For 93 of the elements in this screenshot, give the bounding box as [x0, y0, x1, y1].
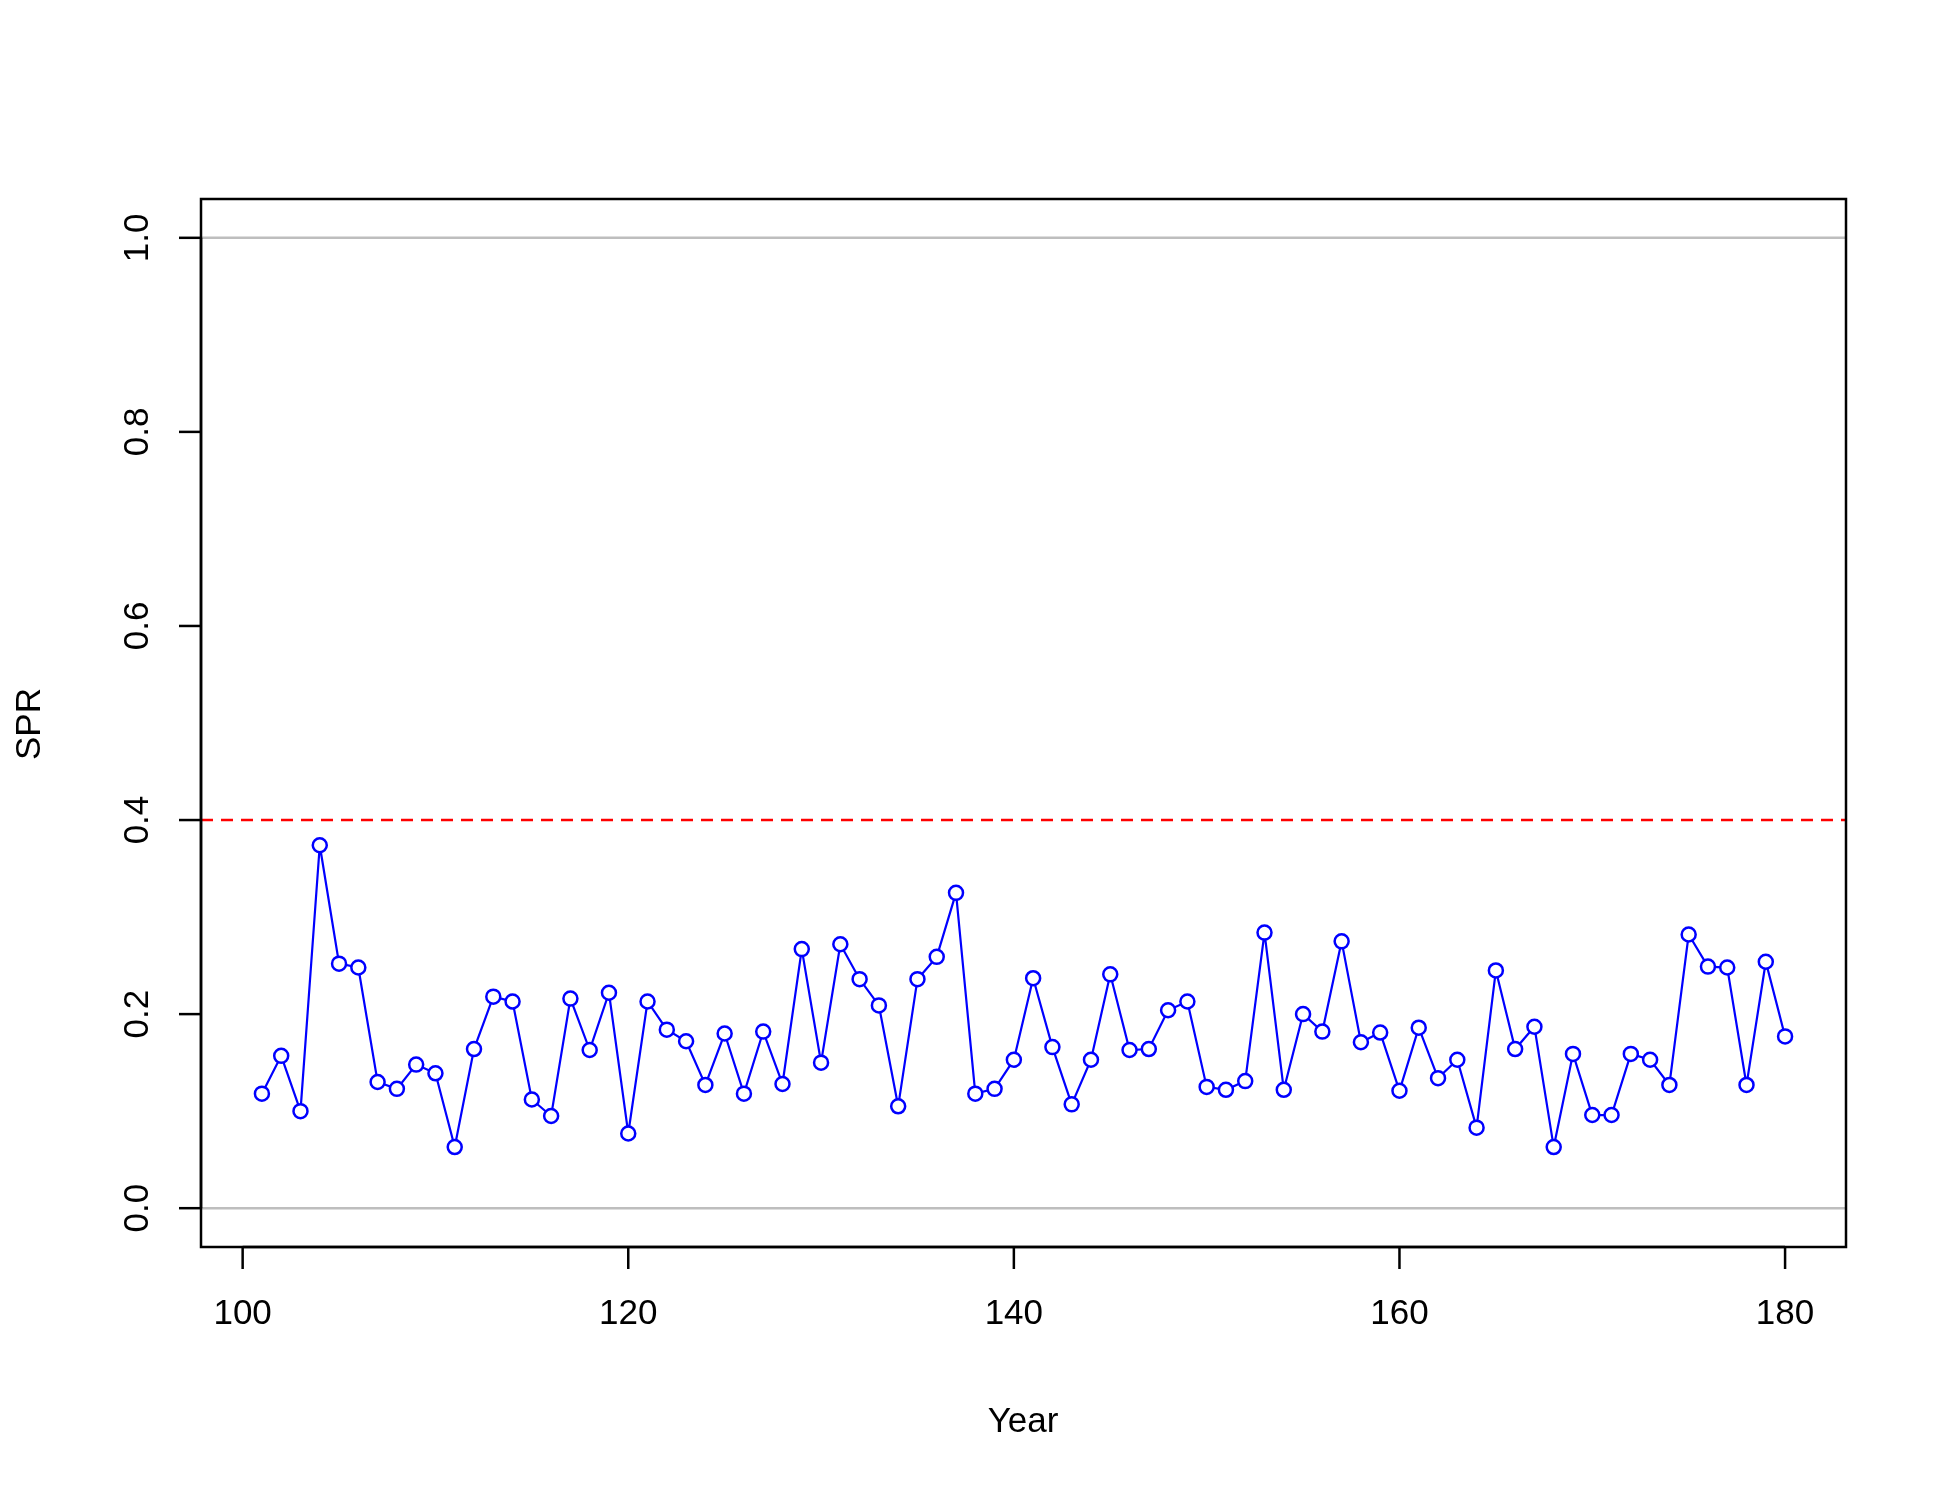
- y-axis-title: SPR: [8, 688, 48, 760]
- data-point: [465, 1040, 483, 1058]
- data-point: [504, 993, 521, 1010]
- data-point: [1256, 924, 1273, 941]
- y-tick-label: 0.2: [116, 989, 156, 1039]
- data-point: [909, 970, 926, 988]
- x-tick-label: 100: [213, 1292, 272, 1331]
- data-point: [639, 993, 656, 1010]
- data-point: [620, 1125, 637, 1142]
- data-point: [388, 1080, 406, 1098]
- data-point: [1352, 1034, 1370, 1051]
- data-point: [350, 959, 367, 976]
- data-point: [832, 936, 849, 953]
- data-point: [485, 988, 502, 1005]
- data-point: [677, 1033, 695, 1050]
- x-tick-label: 120: [599, 1292, 658, 1331]
- x-tick-label: 180: [1755, 1292, 1815, 1331]
- data-point: [735, 1085, 753, 1102]
- data-point: [1371, 1024, 1389, 1041]
- y-tick-label: 1.0: [116, 213, 156, 263]
- data-point: [1487, 962, 1505, 979]
- data-point: [523, 1091, 541, 1108]
- data-point: [986, 1080, 1003, 1098]
- data-point: [292, 1102, 309, 1120]
- data-point: [1429, 1069, 1447, 1087]
- data-point: [697, 1076, 714, 1094]
- data-point: [427, 1065, 444, 1082]
- data-point: [1757, 953, 1775, 970]
- x-axis-title: Year: [987, 1400, 1059, 1439]
- data-point: [1391, 1082, 1408, 1099]
- data-point: [774, 1075, 791, 1093]
- y-tick-label: 0.8: [116, 407, 156, 457]
- data-point: [330, 955, 348, 972]
- data-point: [1082, 1051, 1100, 1068]
- data-point: [928, 948, 945, 966]
- data-point: [1063, 1096, 1080, 1113]
- data-point: [1005, 1051, 1023, 1068]
- data-point: [1024, 969, 1042, 987]
- data-point: [1102, 966, 1119, 983]
- data-point: [1680, 926, 1697, 943]
- data-point: [851, 970, 868, 988]
- data-point: [1603, 1106, 1620, 1124]
- data-point: [716, 1025, 733, 1042]
- x-tick-label: 140: [984, 1292, 1044, 1331]
- data-point: [272, 1047, 290, 1065]
- data-point: [1044, 1038, 1061, 1056]
- data-point: [1776, 1028, 1794, 1045]
- data-point: [1236, 1072, 1254, 1090]
- data-point: [1121, 1041, 1138, 1059]
- data-point: [1506, 1040, 1524, 1058]
- data-point: [1410, 1019, 1427, 1036]
- data-point: [889, 1098, 907, 1115]
- data-point: [1564, 1045, 1582, 1063]
- data-point: [562, 990, 579, 1007]
- data-point: [1179, 993, 1196, 1010]
- data-point: [1622, 1045, 1640, 1063]
- data-point: [1545, 1138, 1562, 1156]
- data-point: [1217, 1081, 1235, 1099]
- data-point: [1699, 958, 1717, 975]
- data-point: [600, 984, 618, 1001]
- data-point: [1468, 1119, 1485, 1136]
- data-point: [658, 1021, 676, 1038]
- data-point: [1661, 1076, 1678, 1094]
- y-tick-label: 0.4: [116, 795, 156, 845]
- data-point: [1140, 1040, 1158, 1058]
- data-point: [870, 997, 888, 1014]
- x-tick-label: 160: [1370, 1292, 1429, 1331]
- data-point: [812, 1054, 830, 1071]
- data-point: [446, 1138, 463, 1156]
- data-point: [581, 1041, 598, 1059]
- data-point: [1584, 1106, 1601, 1124]
- data-point: [967, 1085, 984, 1102]
- data-point: [1333, 933, 1350, 950]
- data-point: [369, 1073, 386, 1091]
- data-point: [1159, 1002, 1177, 1019]
- data-point: [947, 884, 965, 902]
- data-point: [1275, 1081, 1293, 1099]
- data-point: [793, 940, 811, 958]
- data-point: [1738, 1076, 1755, 1094]
- data-point: [1294, 1005, 1312, 1023]
- data-point: [311, 837, 328, 854]
- data-point: [542, 1107, 560, 1125]
- data-point: [1314, 1023, 1331, 1040]
- data-point: [754, 1023, 772, 1040]
- data-point: [253, 1085, 271, 1102]
- data-point: [1526, 1018, 1543, 1035]
- data-point: [1449, 1051, 1466, 1068]
- data-point: [1719, 959, 1736, 976]
- data-point: [407, 1056, 425, 1073]
- data-point: [1198, 1078, 1215, 1096]
- data-point: [1641, 1051, 1659, 1068]
- y-tick-label: 0.6: [116, 601, 156, 651]
- y-tick-label: 0.0: [116, 1183, 156, 1233]
